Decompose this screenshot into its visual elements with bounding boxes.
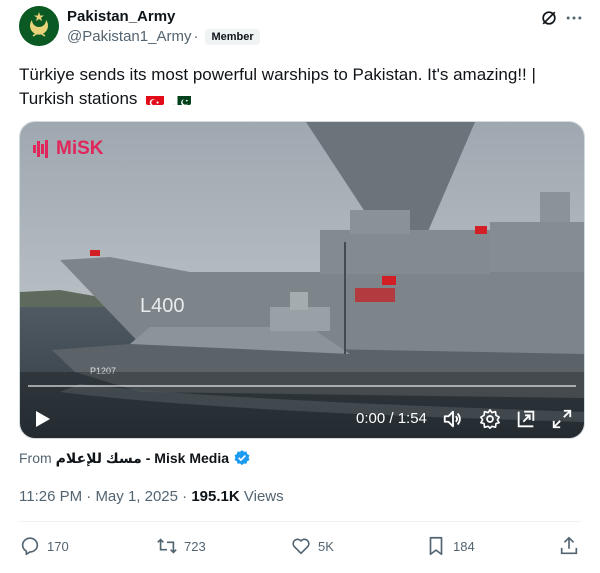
reply-icon: [21, 537, 39, 556]
views-label: Views: [243, 488, 284, 505]
reply-count: 170: [47, 538, 69, 554]
media-source: From مسك للإعلام - Misk Media: [19, 449, 251, 467]
carrier-hull-number: L400: [140, 295, 185, 317]
misk-watermark: MiSK: [32, 138, 104, 160]
reply-button[interactable]: 170: [19, 535, 69, 557]
author-handle[interactable]: @Pakistan1_Army: [67, 28, 191, 45]
like-count: 5K: [318, 538, 334, 554]
pakistan-flag-icon: [172, 92, 191, 105]
video-player[interactable]: L400 P1207 MiSK 0:00 / 1:54: [19, 121, 585, 439]
video-progress-bar[interactable]: [28, 385, 576, 387]
more-options-icon[interactable]: [564, 8, 584, 28]
settings-gear-icon[interactable]: [479, 408, 501, 430]
repost-button[interactable]: 723: [156, 535, 206, 557]
video-time: 0:00 / 1:54: [356, 410, 427, 427]
bookmark-icon: [429, 536, 443, 556]
share-icon: [560, 536, 578, 555]
bookmark-button[interactable]: 184: [425, 535, 475, 557]
like-button[interactable]: 5K: [290, 535, 334, 557]
picture-in-picture-icon[interactable]: [515, 408, 537, 430]
play-icon[interactable]: [30, 407, 54, 431]
tweet-date[interactable]: May 1, 2025: [95, 488, 178, 505]
verified-badge-icon: [234, 450, 250, 466]
source-prefix: From: [19, 450, 52, 466]
repost-icon: [157, 538, 177, 554]
action-bar: 170 723 5K 184: [19, 535, 581, 561]
tweet-body: Türkiye sends its most powerful warships…: [19, 65, 536, 108]
turkey-flag-icon: [146, 92, 165, 105]
views-count: 195.1K: [191, 488, 240, 505]
volume-icon[interactable]: [442, 408, 464, 430]
avatar[interactable]: [19, 6, 59, 46]
repost-count: 723: [184, 538, 206, 554]
divider: [19, 521, 581, 522]
tweet-meta: 11:26 PM · May 1, 2025 · 195.1K Views: [19, 488, 284, 505]
source-name[interactable]: مسك للإعلام - Misk Media: [56, 450, 229, 467]
author-handle-row: @Pakistan1_Army · Member: [67, 28, 260, 45]
crescent-star-emblem-icon: [19, 6, 59, 46]
heart-icon: [292, 538, 310, 555]
tweet-text: Türkiye sends its most powerful warships…: [19, 63, 579, 111]
member-badge[interactable]: Member: [205, 28, 260, 45]
video-frame: L400 P1207: [20, 122, 584, 438]
grok-icon[interactable]: [539, 8, 559, 28]
tweet-time[interactable]: 11:26 PM: [19, 488, 82, 505]
author-display-name[interactable]: Pakistan_Army: [67, 8, 175, 25]
misk-logo-icon: [33, 140, 48, 158]
meta-dot: ·: [182, 488, 192, 505]
fullscreen-icon[interactable]: [551, 408, 573, 430]
bookmark-count: 184: [453, 538, 475, 554]
share-button[interactable]: [558, 535, 586, 557]
handle-separator: ·: [193, 28, 199, 45]
misk-watermark-text: MiSK: [56, 138, 104, 159]
